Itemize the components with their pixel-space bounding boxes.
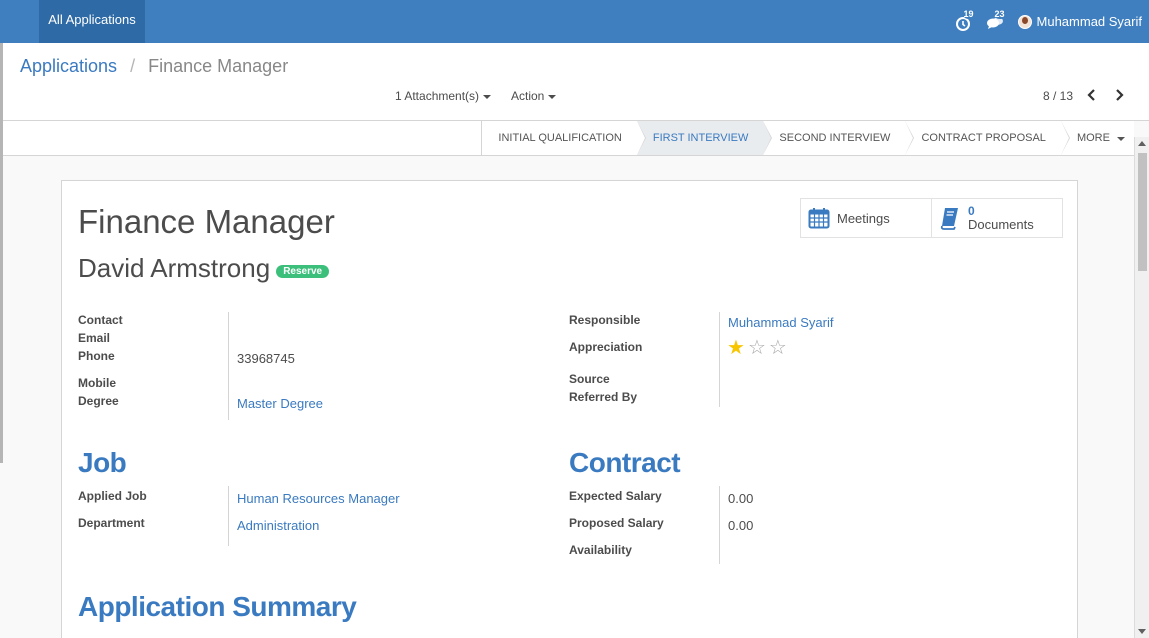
caret-down-icon [1117,137,1125,141]
applicant-name[interactable]: David Armstrong [78,253,270,284]
stage-arrow-fill [636,121,645,155]
meetings-button[interactable]: Meetings [801,199,931,237]
star-empty-icon[interactable]: ☆ [769,338,787,358]
stage-label: INITIAL QUALIFICATION [498,132,622,144]
action-label: Action [511,89,545,103]
breadcrumb-separator: / [130,56,136,76]
stage-more-dropdown[interactable]: MORE [1060,121,1134,155]
degree-label: Degree [78,394,119,408]
department-field[interactable]: Administration [237,518,319,533]
contract-section-title: Contract [569,447,681,478]
messages-counter: 23 [993,8,1006,19]
activity-button[interactable]: 19 [953,8,975,33]
star-filled-icon[interactable]: ★ [727,338,745,358]
stage-contract-proposal[interactable]: CONTRACT PROPOSAL [905,121,1070,155]
attachments-dropdown[interactable]: 1 Attachment(s) [395,89,492,103]
activity-counter: 19 [962,8,975,19]
chevron-right-icon [1116,89,1124,101]
documents-label: Documents [968,217,1034,232]
caret-down-icon [483,94,492,99]
source-label: Source [569,372,610,386]
stage-arrow-fill [763,121,772,155]
appreciation-label: Appreciation [569,340,643,354]
scrollbar-thumb[interactable] [1138,153,1147,271]
phone-field[interactable]: 33968745 [237,351,295,366]
record-title[interactable]: Finance Manager [78,203,335,241]
responsible-field[interactable]: Muhammad Syarif [728,315,833,330]
documents-count: 0 [968,204,975,218]
application-summary-title: Application Summary [78,591,357,622]
stage-arrow-fill [1060,121,1069,155]
expected-salary-field[interactable]: 0.00 [728,491,753,506]
top-navbar: All Applications 19 23 Muhammad Syarif [0,0,1149,43]
stage-label: MORE [1076,132,1110,144]
pager-value[interactable]: 8 / 13 [1043,89,1073,103]
user-name: Muhammad Syarif [1036,14,1142,29]
field-divider [719,312,720,407]
degree-field[interactable]: Master Degree [237,396,323,411]
appreciation-stars: ★ ☆ ☆ [727,338,790,358]
responsible-label: Responsible [569,313,641,327]
availability-label: Availability [569,543,632,557]
breadcrumb-current: Finance Manager [148,56,289,76]
stage-label: SECOND INTERVIEW [779,132,891,144]
applied-job-field[interactable]: Human Resources Manager [237,491,400,506]
job-section-title: Job [78,447,127,478]
stage-first-interview[interactable]: FIRST INTERVIEW [636,121,773,155]
proposed-salary-label: Proposed Salary [569,516,664,530]
smart-buttons: Meetings 0 Documents [800,198,1063,238]
avatar [1017,14,1032,29]
attachments-label: 1 Attachment(s) [395,89,480,103]
stage-second-interview[interactable]: SECOND INTERVIEW [763,121,915,155]
stage-initial-qualification[interactable]: INITIAL QUALIFICATION [482,121,646,155]
contact-label: Contact [78,313,123,327]
phone-label: Phone [78,349,115,363]
all-applications-menu[interactable]: All Applications [39,0,145,43]
navbar-systray: 19 23 Muhammad Syarif [953,0,1149,43]
scroll-up-arrow-icon[interactable] [1138,141,1146,146]
book-icon [940,208,958,230]
applicant-name-row: David Armstrong Reserve [78,253,330,284]
pager-next-button[interactable] [1111,87,1127,103]
proposed-salary-field[interactable]: 0.00 [728,518,753,533]
field-divider [719,486,720,564]
applied-job-label: Applied Job [78,489,147,503]
field-divider [228,312,229,420]
breadcrumb: Applications / Finance Manager [20,56,288,77]
breadcrumb-applications[interactable]: Applications [20,56,117,76]
stage-arrow-fill [905,121,914,155]
form-statusbar: INITIAL QUALIFICATION FIRST INTERVIEW SE… [3,121,1134,156]
mobile-label: Mobile [78,376,116,390]
stage-label: FIRST INTERVIEW [652,132,749,144]
chevron-left-icon [1087,89,1095,101]
action-dropdown[interactable]: Action [511,89,557,103]
stage-label: CONTRACT PROPOSAL [921,132,1046,144]
calendar-icon [808,208,830,229]
pager-previous-button[interactable] [1084,87,1100,103]
user-menu[interactable]: Muhammad Syarif [1017,14,1142,29]
documents-text: 0 Documents [968,204,1034,232]
caret-down-icon [548,94,557,99]
meetings-label: Meetings [837,210,890,226]
stage-pipeline: INITIAL QUALIFICATION FIRST INTERVIEW SE… [481,121,1134,155]
documents-button[interactable]: 0 Documents [931,199,1062,237]
reserve-tag-badge: Reserve [276,265,330,278]
control-panel: Applications / Finance Manager 1 Attachm… [3,43,1149,121]
vertical-scrollbar[interactable] [1134,137,1149,638]
expected-salary-label: Expected Salary [569,489,662,503]
referred-by-label: Referred By [569,390,638,404]
star-empty-icon[interactable]: ☆ [748,338,766,358]
department-label: Department [78,516,145,530]
form-sheet: Finance Manager David Armstrong Reserve … [61,180,1078,638]
scroll-down-arrow-icon[interactable] [1138,629,1146,634]
messaging-button[interactable]: 23 [984,8,1006,33]
email-label: Email [78,331,111,345]
field-divider [228,486,229,546]
